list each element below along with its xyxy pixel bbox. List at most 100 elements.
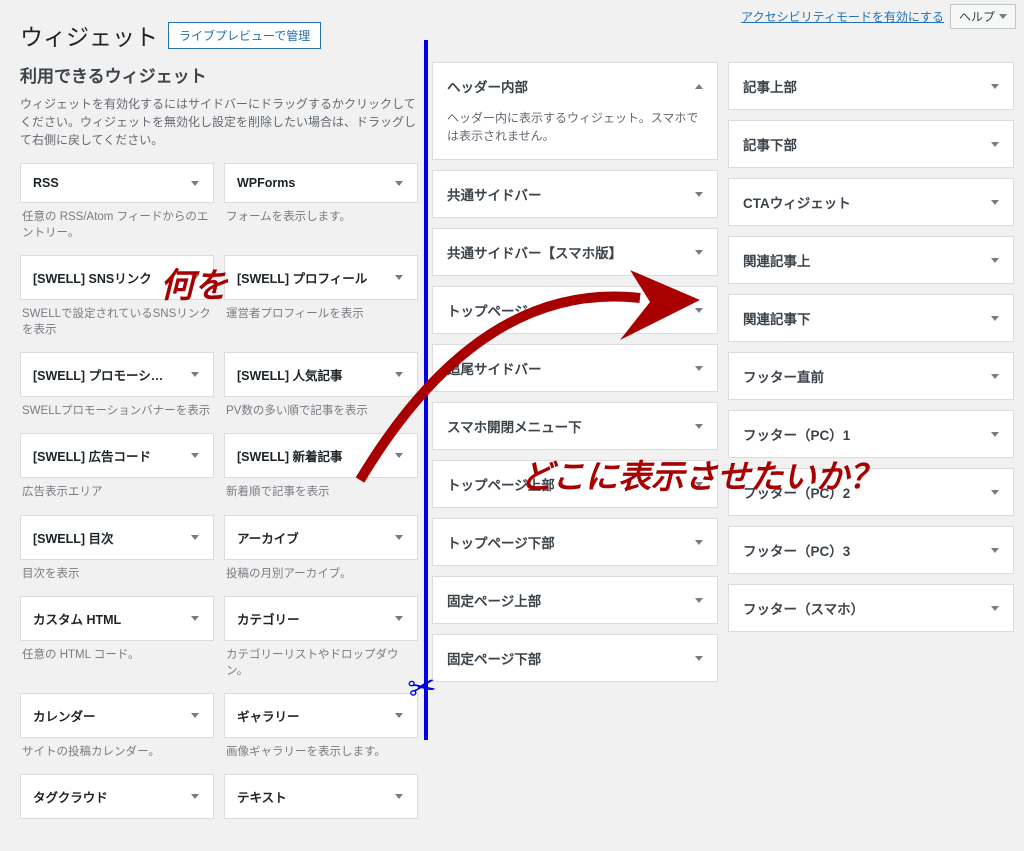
widget-area-header[interactable]: 記事上部: [729, 63, 1013, 109]
widget-desc: カテゴリーリストやドロップダウン。: [224, 641, 418, 689]
help-label: ヘルプ: [959, 8, 995, 25]
widget-area: 関連記事上: [728, 236, 1014, 284]
widget-title: [SWELL] 広告コード: [33, 446, 151, 465]
widget-desc: SWELLで設定されているSNSリンクを表示: [20, 300, 214, 348]
widget-area: トップページ: [432, 286, 718, 334]
widget-area-header[interactable]: 追尾サイドバー: [433, 345, 717, 391]
chevron-down-icon: [991, 548, 999, 553]
chevron-down-icon: [695, 424, 703, 429]
widget-area-header[interactable]: スマホ開閉メニュー下: [433, 403, 717, 449]
widget-area-header[interactable]: 共通サイドバー: [433, 171, 717, 217]
widget-area-header[interactable]: トップページ: [433, 287, 717, 333]
chevron-down-icon: [191, 713, 199, 718]
live-preview-button[interactable]: ライブプレビューで管理: [168, 22, 321, 49]
chevron-down-icon: [695, 366, 703, 371]
widget-area: フッター（スマホ）: [728, 584, 1014, 632]
widget-desc: サイトの投稿カレンダー。: [20, 738, 214, 770]
widget-area-title: CTAウィジェット: [743, 192, 851, 212]
widget-area-header[interactable]: CTAウィジェット: [729, 179, 1013, 225]
accessibility-mode-link[interactable]: アクセシビリティモードを有効にする: [741, 8, 944, 25]
available-widget[interactable]: [SWELL] プロモーシ…: [20, 352, 214, 397]
chevron-down-icon: [695, 250, 703, 255]
chevron-down-icon: [395, 794, 403, 799]
widget-area-title: フッター（PC）3: [743, 540, 850, 560]
widget-title: [SWELL] 人気記事: [237, 365, 343, 384]
widget-area: スマホ開閉メニュー下: [432, 402, 718, 450]
widget-area: フッター（PC）2: [728, 468, 1014, 516]
chevron-down-icon: [191, 453, 199, 458]
widget-area-header[interactable]: ヘッダー内部: [433, 63, 717, 109]
widget-desc: 運営者プロフィールを表示: [224, 300, 418, 332]
widget-area-title: フッター（スマホ）: [743, 598, 864, 618]
chevron-down-icon: [191, 275, 199, 280]
chevron-down-icon: [695, 482, 703, 487]
available-widget[interactable]: [SWELL] 広告コード: [20, 433, 214, 478]
widget-area-header[interactable]: 固定ページ下部: [433, 635, 717, 681]
widget-title: WPForms: [237, 176, 295, 190]
available-widget[interactable]: カレンダー: [20, 693, 214, 738]
chevron-down-icon: [991, 142, 999, 147]
widget-area-header[interactable]: 固定ページ上部: [433, 577, 717, 623]
available-widget[interactable]: WPForms: [224, 163, 418, 203]
chevron-down-icon: [191, 616, 199, 621]
available-widget[interactable]: ギャラリー: [224, 693, 418, 738]
widget-area-header[interactable]: トップページ下部: [433, 519, 717, 565]
chevron-down-icon: [991, 606, 999, 611]
chevron-down-icon: [395, 535, 403, 540]
widget-area-header[interactable]: 共通サイドバー【スマホ版】: [433, 229, 717, 275]
widget-area-header[interactable]: フッター（スマホ）: [729, 585, 1013, 631]
chevron-up-icon: [695, 84, 703, 89]
chevron-down-icon: [695, 308, 703, 313]
widget-area: ヘッダー内部ヘッダー内に表示するウィジェット。スマホでは表示されません。: [432, 62, 718, 160]
widget-area-title: 共通サイドバー【スマホ版】: [447, 242, 622, 262]
available-widget[interactable]: カテゴリー: [224, 596, 418, 641]
widget-area-title: 固定ページ下部: [447, 648, 541, 668]
widget-area-header[interactable]: フッター（PC）3: [729, 527, 1013, 573]
widget-title: [SWELL] SNSリンク: [33, 268, 152, 287]
widget-title: [SWELL] 新着記事: [237, 446, 343, 465]
widget-area-title: フッター（PC）2: [743, 482, 850, 502]
widget-area-header[interactable]: 記事下部: [729, 121, 1013, 167]
widget-title: [SWELL] プロフィール: [237, 268, 367, 287]
widget-area-title: 記事下部: [743, 134, 797, 154]
available-widget[interactable]: RSS: [20, 163, 214, 203]
chevron-down-icon: [395, 713, 403, 718]
chevron-down-icon: [395, 181, 403, 186]
widget-area: CTAウィジェット: [728, 178, 1014, 226]
chevron-down-icon: [395, 372, 403, 377]
widget-area-header[interactable]: トップページ上部: [433, 461, 717, 507]
widget-title: [SWELL] 目次: [33, 528, 114, 547]
available-widget[interactable]: [SWELL] 人気記事: [224, 352, 418, 397]
chevron-down-icon: [991, 200, 999, 205]
available-widget[interactable]: [SWELL] 新着記事: [224, 433, 418, 478]
available-widget[interactable]: テキスト: [224, 774, 418, 819]
widget-area: トップページ上部: [432, 460, 718, 508]
widget-area: 共通サイドバー【スマホ版】: [432, 228, 718, 276]
available-widget[interactable]: [SWELL] SNSリンク: [20, 255, 214, 300]
widget-area: トップページ下部: [432, 518, 718, 566]
widget-area-header[interactable]: 関連記事上: [729, 237, 1013, 283]
available-widget[interactable]: [SWELL] 目次: [20, 515, 214, 560]
widget-desc: 画像ギャラリーを表示します。: [224, 738, 418, 770]
chevron-down-icon: [191, 181, 199, 186]
available-widget[interactable]: タグクラウド: [20, 774, 214, 819]
widget-area-header[interactable]: フッター（PC）2: [729, 469, 1013, 515]
available-widget[interactable]: カスタム HTML: [20, 596, 214, 641]
widget-area-header[interactable]: フッター（PC）1: [729, 411, 1013, 457]
chevron-down-icon: [395, 616, 403, 621]
widget-area-header[interactable]: フッター直前: [729, 353, 1013, 399]
widget-title: ギャラリー: [237, 706, 300, 725]
chevron-down-icon: [395, 453, 403, 458]
chevron-down-icon: [991, 258, 999, 263]
widget-desc: 広告表示エリア: [20, 478, 214, 510]
available-widget[interactable]: アーカイブ: [224, 515, 418, 560]
widget-area-header[interactable]: 関連記事下: [729, 295, 1013, 341]
chevron-down-icon: [991, 432, 999, 437]
widget-area: 固定ページ下部: [432, 634, 718, 682]
help-toggle[interactable]: ヘルプ: [950, 4, 1016, 29]
chevron-down-icon: [695, 540, 703, 545]
chevron-down-icon: [695, 656, 703, 661]
widget-desc: 目次を表示: [20, 560, 214, 592]
chevron-down-icon: [991, 316, 999, 321]
available-widget[interactable]: [SWELL] プロフィール: [224, 255, 418, 300]
